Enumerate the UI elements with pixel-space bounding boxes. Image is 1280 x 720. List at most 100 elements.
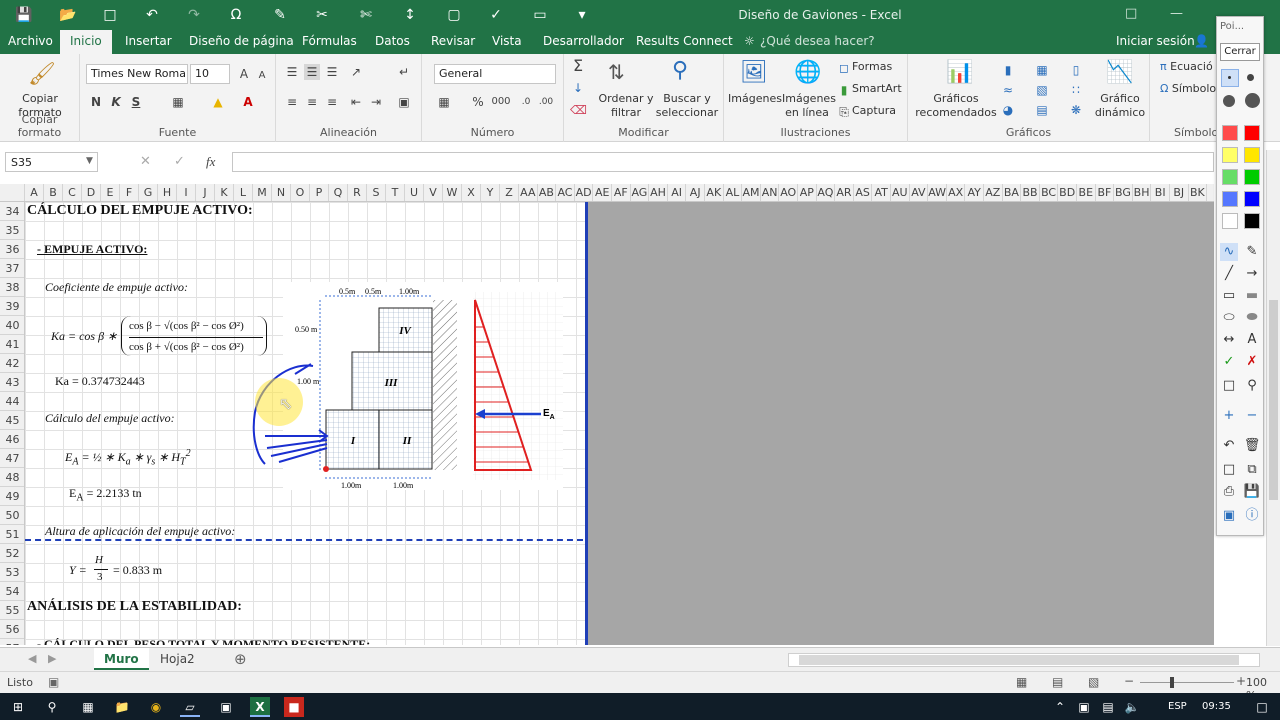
zoom-tool-icon[interactable]: ⚲: [1243, 377, 1261, 395]
next-sheet-icon[interactable]: ▶: [48, 652, 56, 665]
column-header[interactable]: AG: [631, 184, 650, 201]
color-swatch[interactable]: [1244, 169, 1260, 185]
stat-chart-icon[interactable]: ▧: [1034, 82, 1050, 98]
indent-decrease-icon[interactable]: ⇤: [348, 94, 364, 110]
column-header[interactable]: O: [291, 184, 310, 201]
column-header[interactable]: AN: [761, 184, 780, 201]
tray-app-icon[interactable]: ▣: [1074, 697, 1094, 717]
column-header[interactable]: AD: [575, 184, 594, 201]
column-header[interactable]: N: [272, 184, 291, 201]
notifications-icon[interactable]: □: [1252, 697, 1272, 717]
screen-icon[interactable]: ▣: [1220, 507, 1238, 525]
check-mark-icon[interactable]: ✓: [1220, 353, 1238, 371]
underline-button[interactable]: S: [128, 94, 144, 110]
arrow-tool-icon[interactable]: →: [1243, 265, 1261, 283]
increase-decimal-icon[interactable]: .0: [518, 94, 534, 110]
pie-chart-icon[interactable]: ◕: [1000, 102, 1016, 118]
tab-vista[interactable]: Vista: [492, 34, 522, 48]
prev-sheet-icon[interactable]: ◀: [28, 652, 36, 665]
column-header[interactable]: BG: [1114, 184, 1133, 201]
column-header[interactable]: V: [424, 184, 443, 201]
color-swatch[interactable]: [1222, 147, 1238, 163]
filled-ellipse-icon[interactable]: ⬬: [1243, 309, 1261, 327]
rectangle-tool-icon[interactable]: ▭: [1220, 287, 1238, 305]
search-icon[interactable]: ⚲: [42, 697, 62, 717]
align-icon[interactable]: ↕: [400, 5, 420, 25]
row-header[interactable]: 47: [0, 449, 24, 468]
column-header[interactable]: AV: [910, 184, 929, 201]
palette-close-button[interactable]: Cerrar: [1220, 43, 1260, 61]
row-header[interactable]: 54: [0, 582, 24, 601]
row-header[interactable]: 43: [0, 373, 24, 392]
fill-icon[interactable]: ↓: [570, 80, 586, 96]
decrease-decimal-icon[interactable]: .00: [538, 94, 554, 110]
column-header[interactable]: W: [443, 184, 462, 201]
column-header[interactable]: G: [139, 184, 158, 201]
column-header[interactable]: E: [101, 184, 120, 201]
column-header[interactable]: AC: [556, 184, 575, 201]
row-header[interactable]: 57: [0, 639, 24, 645]
page-break-view-icon[interactable]: ▧: [1088, 675, 1099, 689]
tray-chevron-icon[interactable]: ⌃: [1050, 697, 1070, 717]
hierarchy-chart-icon[interactable]: ▦: [1034, 62, 1050, 78]
column-header[interactable]: BB: [1021, 184, 1040, 201]
format-icon[interactable]: ✎: [270, 5, 290, 25]
text-tool-icon[interactable]: A: [1243, 331, 1261, 349]
font-name-select[interactable]: Times New Roma: [86, 64, 188, 84]
row-header[interactable]: 39: [0, 297, 24, 316]
align-middle-icon[interactable]: ☰: [304, 64, 320, 80]
start-icon[interactable]: ⊞: [8, 697, 28, 717]
cancel-icon[interactable]: ✕: [140, 154, 151, 169]
bar-chart-icon[interactable]: ▤: [1034, 102, 1050, 118]
row-header[interactable]: 45: [0, 411, 24, 430]
column-header[interactable]: AM: [742, 184, 761, 201]
horizontal-scroll-thumb[interactable]: [799, 655, 1239, 665]
undo-ink-icon[interactable]: ↶: [1220, 437, 1238, 455]
normal-view-icon[interactable]: ▦: [1016, 675, 1027, 689]
column-header[interactable]: BH: [1133, 184, 1152, 201]
horizontal-scrollbar[interactable]: [788, 653, 1260, 667]
insert-function-button[interactable]: fx: [206, 154, 215, 170]
column-header[interactable]: AT: [872, 184, 891, 201]
column-header[interactable]: AO: [779, 184, 798, 201]
fill-color-icon[interactable]: ▲: [210, 94, 226, 110]
indent-increase-icon[interactable]: ⇥: [368, 94, 384, 110]
restore-icon[interactable]: □: [1125, 6, 1137, 21]
column-header[interactable]: BI: [1151, 184, 1170, 201]
print-icon[interactable]: ⎙: [1220, 483, 1238, 501]
number-format-select[interactable]: General: [434, 64, 556, 84]
scissors-icon[interactable]: ✄: [356, 5, 376, 25]
column-header[interactable]: AI: [668, 184, 687, 201]
borders-icon[interactable]: ▦: [170, 94, 186, 110]
row-header[interactable]: 52: [0, 544, 24, 563]
column-header[interactable]: BE: [1077, 184, 1096, 201]
vertical-scroll-thumb[interactable]: [1269, 300, 1278, 500]
color-swatch[interactable]: [1222, 213, 1238, 229]
column-header[interactable]: BC: [1040, 184, 1059, 201]
align-right-icon[interactable]: ≡: [324, 94, 340, 110]
save-ink-icon[interactable]: 💾: [1243, 483, 1261, 501]
column-header[interactable]: P: [310, 184, 329, 201]
row-header[interactable]: 37: [0, 259, 24, 278]
column-header[interactable]: R: [348, 184, 367, 201]
filled-rectangle-icon[interactable]: ▬: [1243, 287, 1261, 305]
row-header[interactable]: 53: [0, 563, 24, 582]
column-header[interactable]: BK: [1189, 184, 1208, 201]
sheet-tab-hoja2[interactable]: Hoja2: [150, 648, 205, 670]
zoom-minus-icon[interactable]: −: [1243, 407, 1261, 425]
column-header[interactable]: AP: [798, 184, 817, 201]
app-autocad-icon[interactable]: ▱: [180, 697, 200, 717]
column-header[interactable]: AR: [835, 184, 854, 201]
font-size-select[interactable]: 10: [190, 64, 230, 84]
column-header[interactable]: C: [63, 184, 82, 201]
grow-font-icon[interactable]: A: [236, 66, 252, 82]
column-header[interactable]: AX: [947, 184, 966, 201]
clear-icon[interactable]: ⌫: [570, 102, 587, 118]
open-icon[interactable]: 📂: [58, 5, 78, 25]
row-header[interactable]: 50: [0, 506, 24, 525]
vertical-scrollbar[interactable]: [1266, 150, 1280, 646]
wrap-text-icon[interactable]: ↵: [396, 64, 412, 80]
macro-record-icon[interactable]: ▣: [48, 675, 59, 689]
color-swatch[interactable]: [1244, 125, 1260, 141]
column-header[interactable]: AH: [649, 184, 668, 201]
